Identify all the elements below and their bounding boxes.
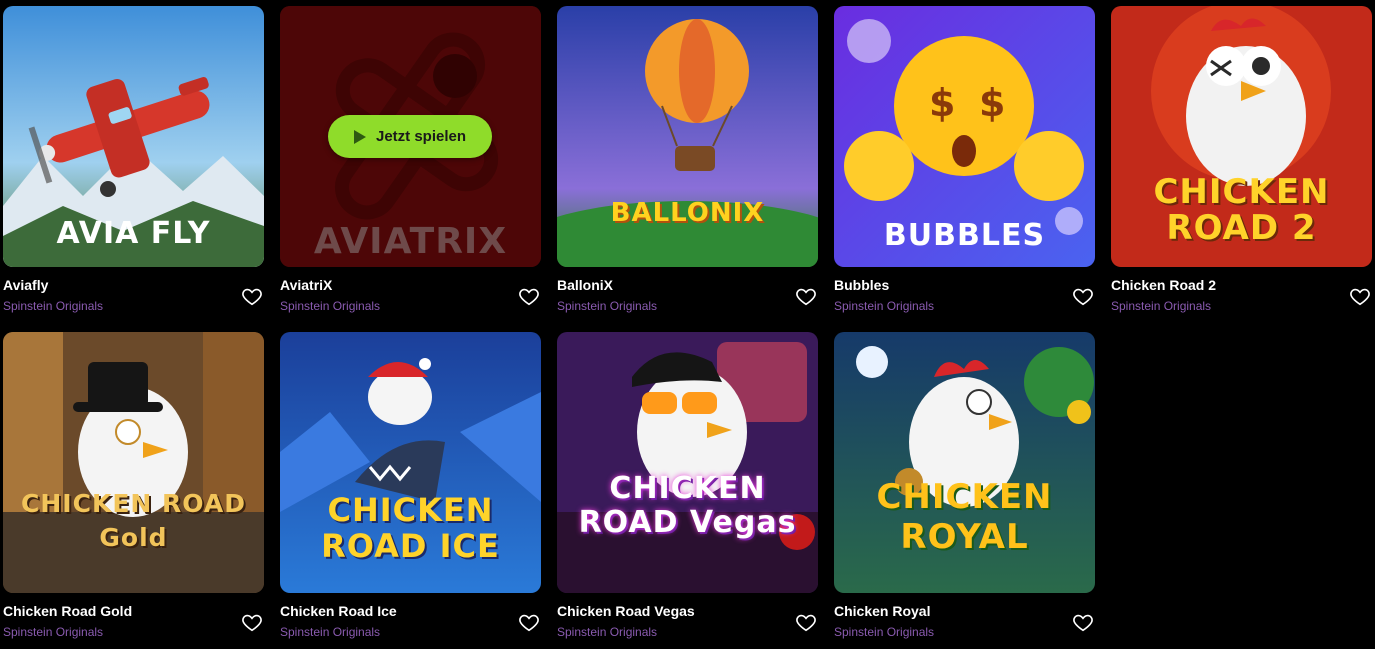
game-meta: Bubbles Spinstein Originals	[834, 267, 1095, 317]
game-art-title: BALLONIX	[610, 198, 765, 228]
heart-outline-icon[interactable]	[241, 611, 263, 633]
game-thumbnail[interactable]: $ $ BUBBLES	[834, 6, 1095, 267]
game-meta: Aviafly Spinstein Originals	[3, 267, 264, 317]
game-thumbnail[interactable]: AVIA FLY	[3, 6, 264, 267]
heart-outline-icon[interactable]	[795, 285, 817, 307]
svg-text:$: $	[929, 81, 955, 125]
game-name[interactable]: Chicken Road Gold	[3, 603, 132, 619]
game-card[interactable]: $ $ BUBBLES Bubbles Spinstein Originals	[834, 6, 1095, 323]
game-card[interactable]: CHICKEN ROAD 2 Chicken Road 2 Spinstein …	[1111, 6, 1372, 323]
game-provider: Spinstein Originals	[834, 625, 935, 639]
game-art-title: BUBBLES	[883, 218, 1046, 253]
game-name[interactable]: Chicken Road Vegas	[557, 603, 695, 619]
game-provider: Spinstein Originals	[280, 299, 381, 313]
game-art-title: CHICKEN ROAD Gold	[21, 489, 246, 552]
game-thumbnail[interactable]: CHICKEN ROAD Gold	[3, 332, 264, 593]
game-grid: AVIA FLY Aviafly Spinstein Originals AVI…	[3, 6, 1372, 649]
game-card[interactable]: AVIA FLY Aviafly Spinstein Originals	[3, 6, 264, 323]
svg-text:$: $	[979, 81, 1005, 125]
play-now-label: Jetzt spielen	[375, 128, 467, 145]
game-provider: Spinstein Originals	[3, 299, 104, 313]
game-art-title: CHICKEN ROAD Vegas	[578, 471, 797, 540]
heart-outline-icon[interactable]	[518, 611, 540, 633]
heart-outline-icon[interactable]	[1072, 285, 1094, 307]
game-thumbnail[interactable]: CHICKEN ROYAL	[834, 332, 1095, 593]
game-thumbnail[interactable]: CHICKEN ROAD ICE	[280, 332, 541, 593]
game-card[interactable]: CHICKEN ROAD ICE Chicken Road Ice Spinst…	[280, 332, 541, 649]
game-provider: Spinstein Originals	[1111, 299, 1212, 313]
game-name[interactable]: AviatriX	[280, 277, 332, 293]
game-card[interactable]: CHICKEN ROYAL Chicken Royal Spinstein Or…	[834, 332, 1095, 649]
game-thumbnail[interactable]: BALLONIX	[557, 6, 818, 267]
game-meta: Chicken Road Ice Spinstein Originals	[280, 593, 541, 643]
game-name[interactable]: Chicken Road Ice	[280, 603, 397, 619]
play-icon	[353, 129, 366, 144]
heart-outline-icon[interactable]	[518, 285, 540, 307]
game-meta: BalloniX Spinstein Originals	[557, 267, 818, 317]
game-name[interactable]: Aviafly	[3, 277, 48, 293]
game-meta: Chicken Royal Spinstein Originals	[834, 593, 1095, 643]
game-meta: AviatriX Spinstein Originals	[280, 267, 541, 317]
game-card[interactable]: BALLONIX BalloniX Spinstein Originals	[557, 6, 818, 323]
game-card[interactable]: CHICKEN ROAD Gold Chicken Road Gold Spin…	[3, 332, 264, 649]
game-meta: Chicken Road Gold Spinstein Originals	[3, 593, 264, 643]
game-provider: Spinstein Originals	[557, 625, 658, 639]
game-art-title: CHICKEN ROYAL	[876, 477, 1053, 557]
game-thumbnail[interactable]: CHICKEN ROAD 2	[1111, 6, 1372, 267]
heart-outline-icon[interactable]	[1349, 285, 1371, 307]
game-art-title: AVIA FLY	[56, 216, 211, 251]
heart-outline-icon[interactable]	[1072, 611, 1094, 633]
game-name[interactable]: BalloniX	[557, 277, 613, 293]
game-thumbnail[interactable]: CHICKEN ROAD Vegas	[557, 332, 818, 593]
game-name[interactable]: Bubbles	[834, 277, 889, 293]
heart-outline-icon[interactable]	[795, 611, 817, 633]
game-provider: Spinstein Originals	[834, 299, 935, 313]
game-thumbnail[interactable]: AVIATRIX Jetzt spielen	[280, 6, 541, 267]
game-art-title: CHICKEN ROAD 2	[1153, 172, 1330, 248]
game-meta: Chicken Road Vegas Spinstein Originals	[557, 593, 818, 643]
game-card[interactable]: CHICKEN ROAD Vegas Chicken Road Vegas Sp…	[557, 332, 818, 649]
game-card[interactable]: AVIATRIX Jetzt spielen AviatriX Spinstei…	[280, 6, 541, 323]
chicken-road-vegas-artwork	[557, 332, 818, 593]
game-provider: Spinstein Originals	[557, 299, 658, 313]
heart-outline-icon[interactable]	[241, 285, 263, 307]
game-provider: Spinstein Originals	[280, 625, 381, 639]
game-art-title: AVIATRIX	[313, 221, 508, 262]
game-provider: Spinstein Originals	[3, 625, 104, 639]
game-name[interactable]: Chicken Road 2	[1111, 277, 1216, 293]
game-meta: Chicken Road 2 Spinstein Originals	[1111, 267, 1372, 317]
play-now-button[interactable]: Jetzt spielen	[328, 115, 492, 158]
game-art-title: CHICKEN ROAD ICE	[321, 491, 500, 565]
game-name[interactable]: Chicken Royal	[834, 603, 930, 619]
